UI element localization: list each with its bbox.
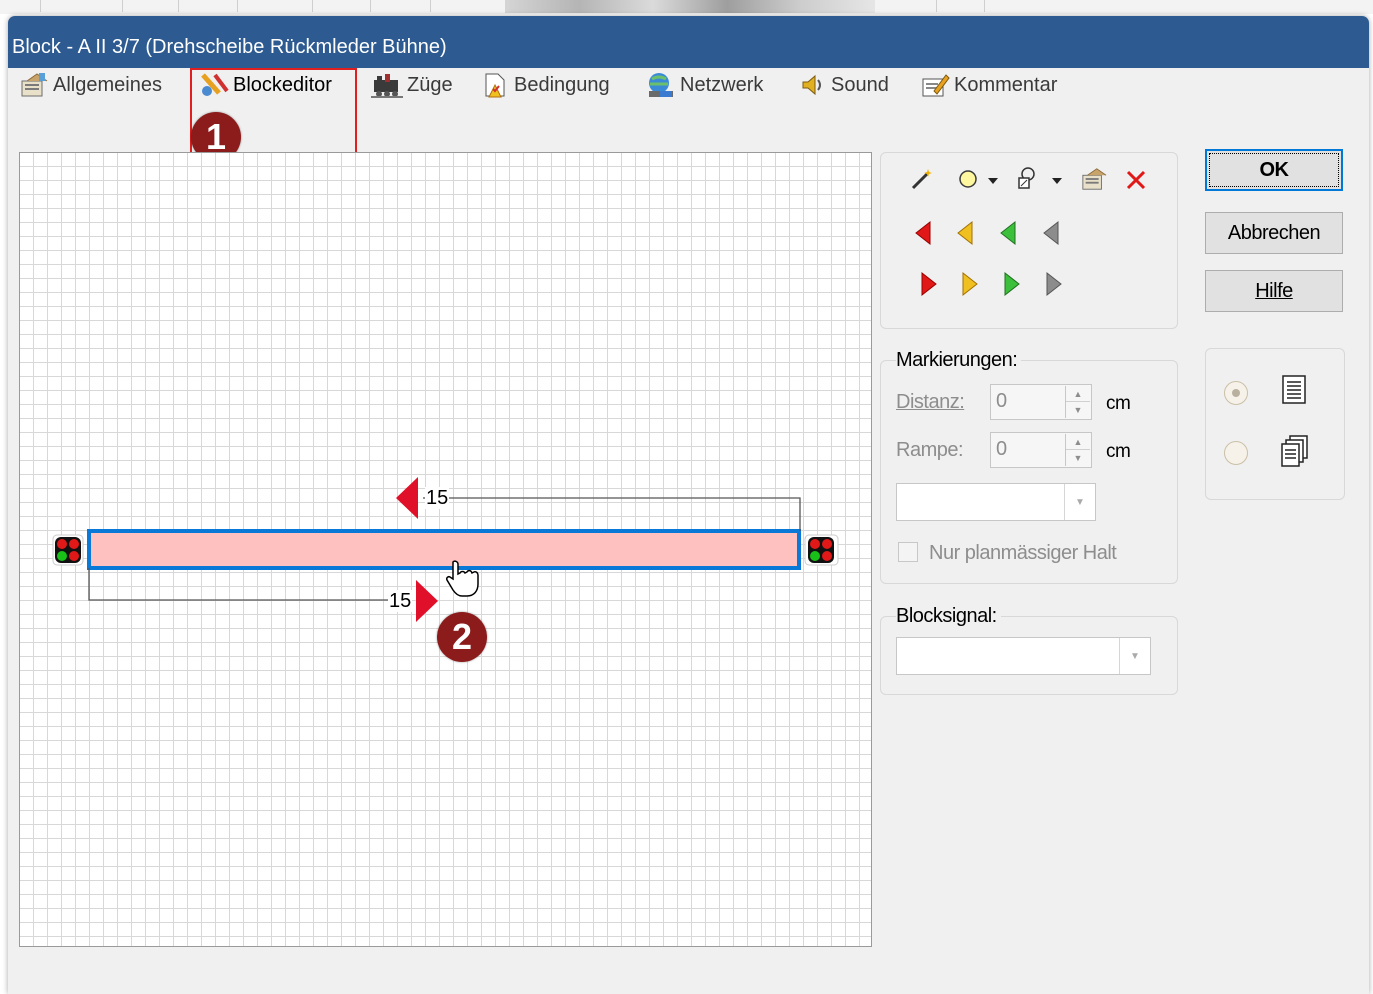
arrow-right-yellow-icon [962, 271, 978, 297]
arrow-left-red-icon [915, 220, 931, 246]
block-bar [87, 529, 801, 570]
signal-arrow-grid [915, 220, 1062, 297]
dropdown-arrow-icon[interactable] [1049, 167, 1065, 195]
marker-type-select[interactable]: ▼ [896, 483, 1096, 521]
arrow-left-green-icon [1000, 220, 1016, 246]
delete-icon[interactable] [1122, 166, 1150, 194]
help-button[interactable]: Hilfe [1205, 270, 1343, 312]
distanz-value: 0 [996, 390, 1008, 412]
rampe-input[interactable]: 0 ▲ ▼ [990, 432, 1092, 468]
arrow-right-green-icon [1004, 271, 1020, 297]
marker-arrow-right [416, 580, 438, 622]
halt-checkbox-label: Nur planmässiger Halt [929, 542, 1117, 564]
distanz-unit: cm [1106, 393, 1131, 414]
circle-icon[interactable] [954, 165, 982, 193]
blocksignal-select[interactable]: ▼ [896, 637, 1151, 675]
help-button-label: Hilfe [1255, 279, 1293, 302]
properties-icon[interactable] [1080, 165, 1108, 193]
annotation-badge-2: 2 [437, 612, 487, 662]
signal-right-icon [804, 534, 839, 566]
ok-button[interactable]: OK [1205, 149, 1343, 191]
cancel-button-label: Abbrechen [1227, 221, 1321, 244]
ok-button-label: OK [1209, 153, 1339, 187]
distanz-label: Distanz: [896, 391, 965, 413]
chevron-down-icon[interactable]: ▼ [1119, 638, 1150, 674]
cancel-button[interactable]: Abbrechen [1205, 212, 1343, 254]
chevron-down-icon[interactable]: ▼ [1064, 484, 1095, 520]
markierungen-legend: Markierungen: [896, 349, 1022, 372]
rampe-spinner[interactable]: ▲ ▼ [1065, 434, 1090, 466]
distanz-spinner[interactable]: ▲ ▼ [1065, 386, 1090, 418]
rampe-unit: cm [1106, 441, 1131, 462]
view-mode-group [1205, 348, 1345, 500]
wand-icon[interactable] [908, 165, 936, 193]
marker-line-top [423, 497, 801, 531]
list-multiple-icon [1280, 434, 1310, 473]
signal-left-icon [52, 534, 84, 566]
arrow-left-yellow-icon [957, 220, 973, 246]
arrow-right-gray-icon [1046, 271, 1062, 297]
blocksignal-legend: Blocksignal: [896, 605, 1001, 628]
rampe-label: Rampe: [896, 439, 964, 461]
distanz-input[interactable]: 0 ▲ ▼ [990, 384, 1092, 420]
route-icon[interactable] [1014, 165, 1042, 193]
marker-value-top: 15 [425, 487, 450, 509]
view-single-radio[interactable] [1224, 381, 1248, 405]
marker-line-bottom [88, 568, 388, 601]
halt-checkbox[interactable] [898, 542, 918, 562]
dropdown-arrow-icon[interactable] [985, 167, 1001, 195]
view-multiple-radio[interactable] [1224, 441, 1248, 465]
rampe-value: 0 [996, 438, 1008, 460]
marker-value-bottom: 15 [388, 590, 413, 612]
arrow-right-red-icon [921, 271, 937, 297]
marker-arrow-left [396, 477, 418, 519]
list-single-icon [1280, 374, 1310, 411]
arrow-left-gray-icon [1043, 220, 1059, 246]
